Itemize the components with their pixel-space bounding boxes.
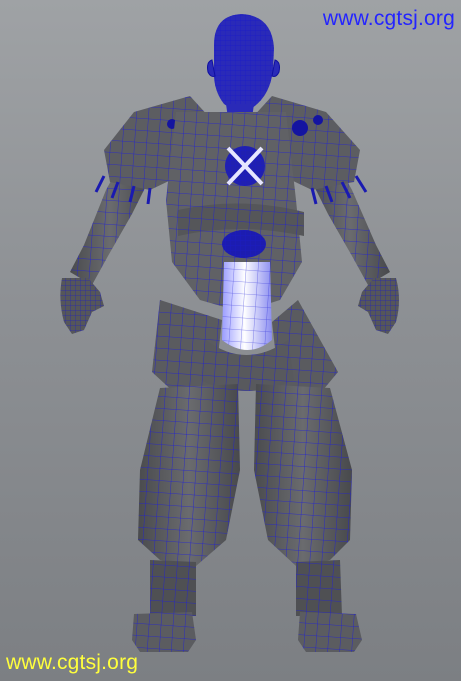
right-leg	[254, 384, 362, 652]
3d-viewport[interactable]: www.cgtsj.org www.cgtsj.org	[0, 0, 461, 681]
watermark-top: www.cgtsj.org	[322, 7, 455, 30]
watermark-bottom: www.cgtsj.org	[6, 651, 139, 674]
left-leg	[132, 384, 240, 652]
abdomen-plate	[222, 262, 272, 350]
armored-warrior-wireframe-model[interactable]	[0, 0, 461, 681]
